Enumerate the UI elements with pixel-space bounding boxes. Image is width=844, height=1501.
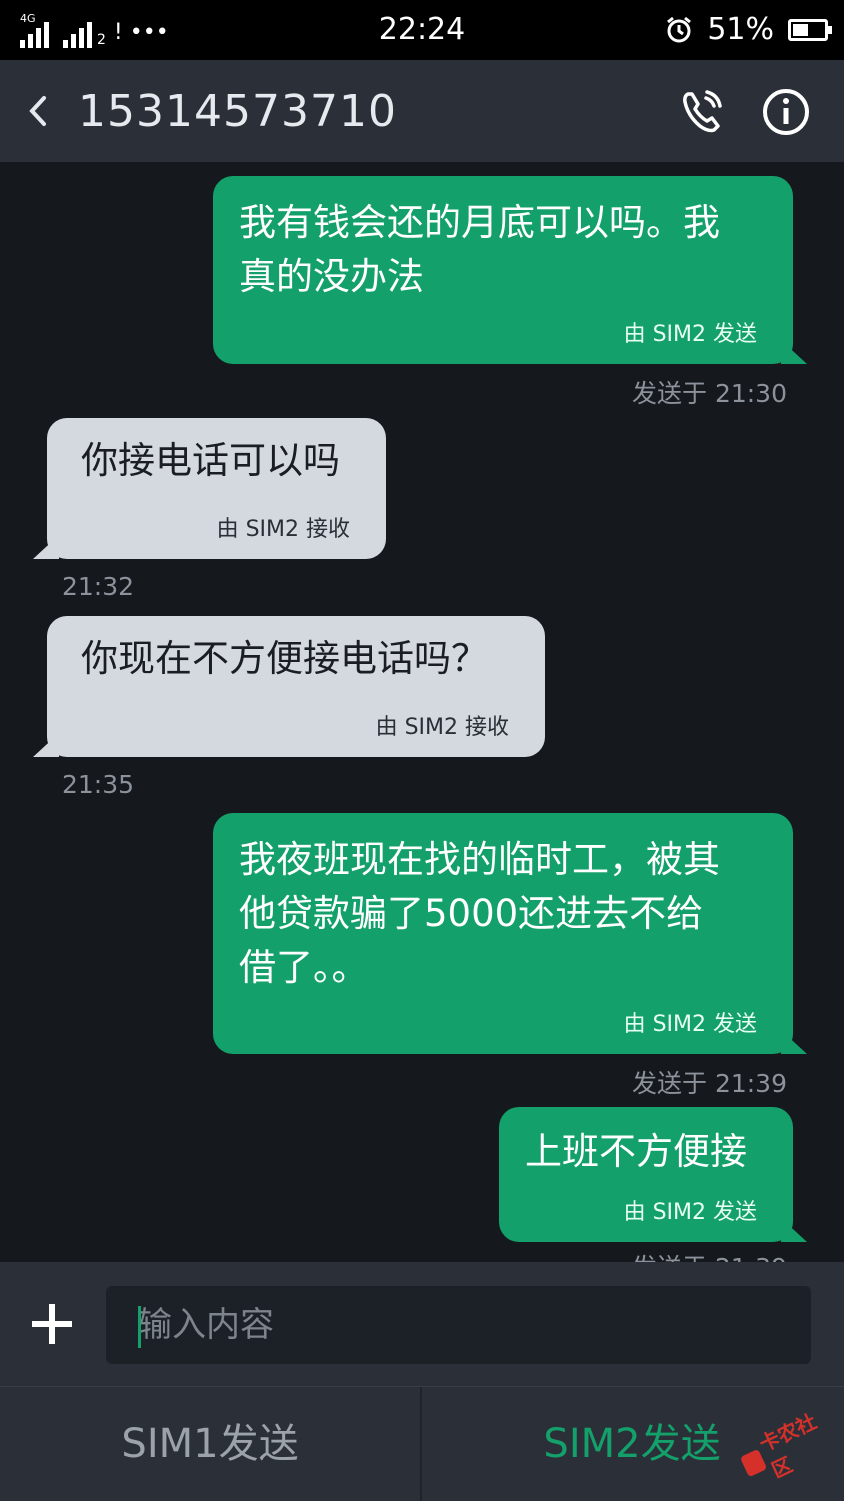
text-cursor — [138, 1306, 141, 1348]
back-arrow-icon[interactable] — [22, 88, 68, 134]
battery-percent: 51% — [707, 12, 774, 47]
sim-label: 由 SIM2 发送 — [623, 1012, 757, 1037]
composer-bar — [0, 1262, 844, 1386]
message-text: 上班不方便接 — [525, 1130, 747, 1173]
message-text: 你现在不方便接电话吗？ — [81, 637, 488, 680]
message-bubble-incoming[interactable]: 你接电话可以吗 由 SIM2 接收 — [33, 418, 386, 559]
message-bubble-outgoing[interactable]: 我夜班现在找的临时工，被其 他贷款骗了5000还进去不给 借了。。 由 SIM2… — [213, 813, 807, 1054]
message-text: 我夜班现在找的临时工，被其 — [239, 838, 720, 881]
message-timestamp: 发送于 21:30 — [632, 379, 787, 408]
status-right: 51% — [665, 12, 832, 47]
message-bubble-incoming[interactable]: 你现在不方便接电话吗？ 由 SIM2 接收 — [33, 616, 545, 757]
alarm-icon — [667, 16, 692, 42]
message-text: 真的没办法 — [239, 255, 424, 298]
battery-icon — [788, 18, 832, 41]
sim-label: 由 SIM2 发送 — [623, 1200, 757, 1225]
message-timestamp: 21:32 — [62, 572, 135, 601]
phone-call-icon[interactable] — [676, 86, 728, 138]
message-timestamp: 发送于 21:39 — [632, 1248, 787, 1262]
message-timestamp: 21:35 — [62, 770, 135, 799]
message-text: 他贷款骗了5000还进去不给 — [239, 892, 704, 935]
sim-label: 由 SIM2 接收 — [375, 715, 509, 740]
send-sim1-button[interactable]: SIM1发送 — [0, 1387, 420, 1501]
message-bubble-outgoing[interactable]: 上班不方便接 由 SIM2 发送 — [499, 1107, 807, 1242]
message-bubble-outgoing[interactable]: 我有钱会还的月底可以吗。我 真的没办法 由 SIM2 发送 — [213, 176, 807, 364]
sim-label: 由 SIM2 发送 — [623, 322, 757, 347]
message-text: 我有钱会还的月底可以吗。我 — [239, 201, 720, 244]
message-timestamp: 发送于 21:39 — [632, 1069, 787, 1098]
message-text: 你接电话可以吗 — [81, 439, 340, 482]
contact-title: 15314573710 — [78, 86, 397, 137]
status-bar: 4G 2 ! ••• 22:24 51% — [0, 0, 844, 60]
message-text: 借了。。 — [239, 946, 369, 989]
send-bar: SIM1发送 SIM2发送 — [0, 1386, 844, 1501]
info-icon[interactable] — [760, 86, 812, 138]
sim-label: 由 SIM2 接收 — [216, 517, 350, 542]
message-thread[interactable]: 我有钱会还的月底可以吗。我 真的没办法 由 SIM2 发送 发送于 21:30 … — [0, 162, 844, 1262]
message-input[interactable] — [106, 1286, 811, 1364]
plus-icon[interactable] — [28, 1300, 76, 1348]
conversation-header: 15314573710 — [0, 60, 844, 162]
